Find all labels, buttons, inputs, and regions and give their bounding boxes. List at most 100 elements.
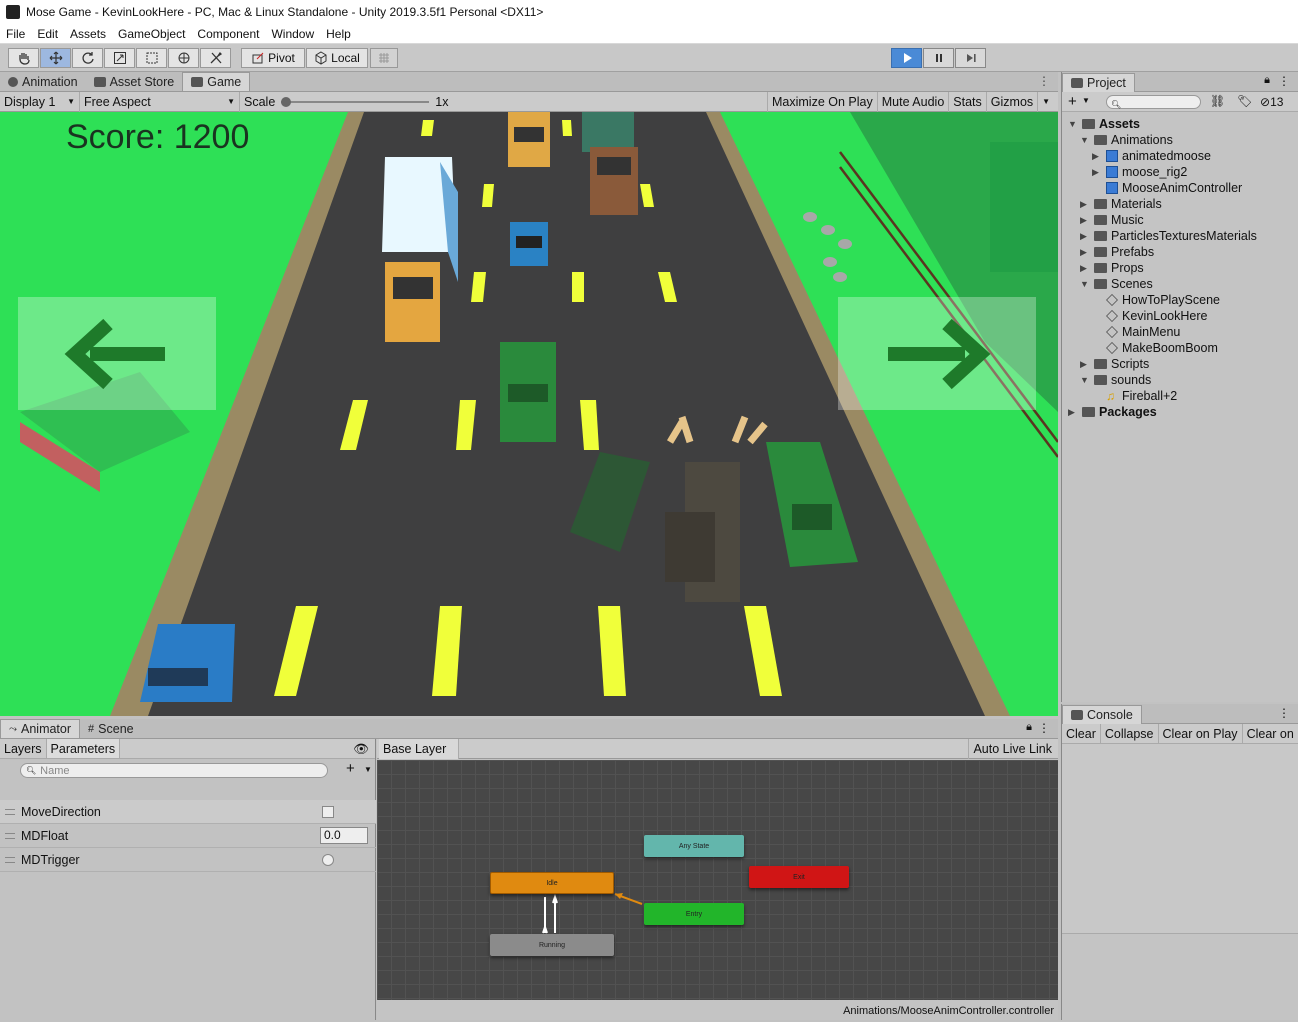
hand-tool-button[interactable] — [8, 48, 39, 68]
expanded-arrow-icon[interactable]: ▼ — [1080, 279, 1090, 289]
tab-console[interactable]: Console — [1062, 705, 1142, 724]
game-view[interactable]: Score: 1200 — [0, 112, 1058, 716]
tree-animations[interactable]: ▼ Animations — [1080, 132, 1173, 148]
rotate-tool-button[interactable] — [72, 48, 103, 68]
move-left-button[interactable] — [18, 297, 216, 410]
tree-scripts[interactable]: ▶ Scripts — [1080, 356, 1149, 372]
base-layer-breadcrumb[interactable]: Base Layer — [379, 739, 460, 759]
collapsed-arrow-icon[interactable]: ▶ — [1080, 359, 1090, 370]
pivot-toggle[interactable]: Pivot — [241, 48, 305, 68]
collapsed-arrow-icon[interactable]: ▶ — [1080, 199, 1090, 210]
eye-icon[interactable]: 👁︎ — [353, 739, 369, 758]
tree-props[interactable]: ▶ Props — [1080, 260, 1144, 276]
menu-help[interactable]: Help — [320, 27, 357, 41]
display-dropdown[interactable]: Display 1 ▼ — [0, 91, 80, 112]
panel-menu-icon[interactable]: ⋮ — [1038, 74, 1050, 88]
bool-checkbox[interactable] — [322, 806, 334, 818]
tab-game[interactable]: Game — [182, 72, 251, 91]
running-state-node[interactable]: Running — [490, 934, 614, 956]
step-button[interactable] — [955, 48, 986, 68]
console-clear-button[interactable]: Clear — [1062, 724, 1101, 743]
trigger-radio[interactable] — [322, 854, 334, 866]
lock-icon[interactable]: 🔒︎ — [1026, 721, 1032, 734]
chevron-down-icon[interactable]: ▼ — [364, 765, 372, 774]
parameter-row[interactable]: MDFloat 0.0 — [0, 824, 376, 848]
collapsed-arrow-icon[interactable]: ▶ — [1080, 263, 1090, 274]
collapsed-arrow-icon[interactable]: ▶ — [1080, 215, 1090, 226]
console-clear-on-build-toggle[interactable]: Clear on — [1243, 724, 1298, 743]
tree-scenes[interactable]: ▼ Scenes — [1080, 276, 1153, 292]
float-value-field[interactable]: 0.0 — [320, 827, 368, 844]
custom-tool-button[interactable] — [200, 48, 231, 68]
menu-component[interactable]: Component — [191, 27, 265, 41]
pause-button[interactable] — [923, 48, 954, 68]
move-right-button[interactable] — [838, 297, 1036, 410]
maximize-on-play-toggle[interactable]: Maximize On Play — [768, 91, 878, 112]
label-tag-icon[interactable]: 🏷︎ — [1237, 94, 1252, 108]
parameter-row[interactable]: MDTrigger — [0, 848, 376, 872]
panel-menu-icon[interactable]: ⋮ — [1278, 74, 1290, 88]
expanded-arrow-icon[interactable]: ▼ — [1068, 119, 1078, 129]
drag-handle-icon[interactable] — [5, 808, 15, 815]
menu-window[interactable]: Window — [265, 27, 320, 41]
tab-asset-store[interactable]: Asset Store — [86, 72, 183, 91]
filter-type-icon[interactable]: ⛓ — [1210, 94, 1225, 108]
gizmos-toggle[interactable]: Gizmos — [987, 91, 1039, 112]
exit-state-node[interactable]: Exit — [749, 866, 849, 888]
hidden-packages-toggle[interactable]: ⊘13 — [1260, 95, 1283, 109]
tree-makeboomboom[interactable]: MakeBoomBoom — [1092, 340, 1218, 356]
tree-fireball[interactable]: ♫ Fireball+2 — [1092, 388, 1177, 404]
auto-live-link-toggle[interactable]: Auto Live Link — [968, 739, 1056, 759]
tab-animation[interactable]: Animation — [0, 72, 86, 91]
tree-mooseanimcontroller[interactable]: MooseAnimController — [1092, 180, 1242, 196]
layers-tab[interactable]: Layers — [0, 739, 47, 758]
chevron-down-icon[interactable]: ▼ — [1082, 96, 1090, 105]
tab-animator[interactable]: ⤳ Animator — [0, 719, 81, 738]
project-search-input[interactable]: 🔍︎ — [1106, 95, 1201, 109]
collapsed-arrow-icon[interactable]: ▶ — [1080, 247, 1090, 258]
parameter-row[interactable]: MoveDirection — [0, 800, 376, 824]
tree-particles[interactable]: ▶ ParticlesTexturesMaterials — [1080, 228, 1257, 244]
stats-toggle[interactable]: Stats — [949, 91, 987, 112]
transform-tool-button[interactable] — [168, 48, 199, 68]
tree-prefabs[interactable]: ▶ Prefabs — [1080, 244, 1154, 260]
mute-audio-toggle[interactable]: Mute Audio — [878, 91, 950, 112]
panel-menu-icon[interactable]: ⋮ — [1278, 706, 1290, 720]
tree-howtoplayscene[interactable]: HowToPlayScene — [1092, 292, 1220, 308]
add-parameter-plus-icon[interactable]: + — [346, 760, 355, 777]
console-collapse-toggle[interactable]: Collapse — [1101, 724, 1159, 743]
tree-music[interactable]: ▶ Music — [1080, 212, 1144, 228]
collab-button[interactable] — [370, 48, 398, 68]
parameters-tab[interactable]: Parameters — [46, 739, 121, 758]
idle-state-node[interactable]: Idle — [490, 872, 614, 894]
tree-animatedmoose[interactable]: ▶ animatedmoose — [1092, 148, 1211, 164]
scale-slider[interactable] — [281, 96, 430, 107]
tree-materials[interactable]: ▶ Materials — [1080, 196, 1162, 212]
parameter-search-input[interactable]: 🔍︎ Name — [20, 763, 328, 778]
tree-assets[interactable]: ▼ Assets — [1068, 116, 1140, 132]
aspect-dropdown[interactable]: Free Aspect ▼ — [80, 91, 240, 112]
tree-packages[interactable]: ▶ Packages — [1068, 404, 1157, 420]
console-log-list[interactable] — [1062, 744, 1298, 934]
drag-handle-icon[interactable] — [5, 832, 15, 839]
rect-tool-button[interactable] — [136, 48, 167, 68]
expanded-arrow-icon[interactable]: ▼ — [1080, 375, 1090, 385]
lock-icon[interactable]: 🔒︎ — [1264, 74, 1270, 87]
entry-state-node[interactable]: Entry — [644, 903, 744, 925]
collapsed-arrow-icon[interactable]: ▶ — [1092, 167, 1102, 178]
gizmos-dropdown[interactable]: ▼ — [1038, 92, 1054, 112]
play-button[interactable] — [891, 48, 922, 68]
move-tool-button[interactable] — [40, 48, 71, 68]
menu-file[interactable]: File — [0, 27, 31, 41]
tree-moose-rig2[interactable]: ▶ moose_rig2 — [1092, 164, 1187, 180]
any-state-node[interactable]: Any State — [644, 835, 744, 857]
menu-assets[interactable]: Assets — [64, 27, 112, 41]
scale-tool-button[interactable] — [104, 48, 135, 68]
tree-sounds[interactable]: ▼ sounds — [1080, 372, 1151, 388]
collapsed-arrow-icon[interactable]: ▶ — [1092, 151, 1102, 162]
tab-project[interactable]: Project — [1062, 73, 1135, 92]
console-clear-on-play-toggle[interactable]: Clear on Play — [1159, 724, 1243, 743]
local-toggle[interactable]: Local — [306, 48, 368, 68]
collapsed-arrow-icon[interactable]: ▶ — [1080, 231, 1090, 242]
animator-graph-canvas[interactable]: Any State Idle Exit Entry Running — [377, 760, 1058, 1000]
